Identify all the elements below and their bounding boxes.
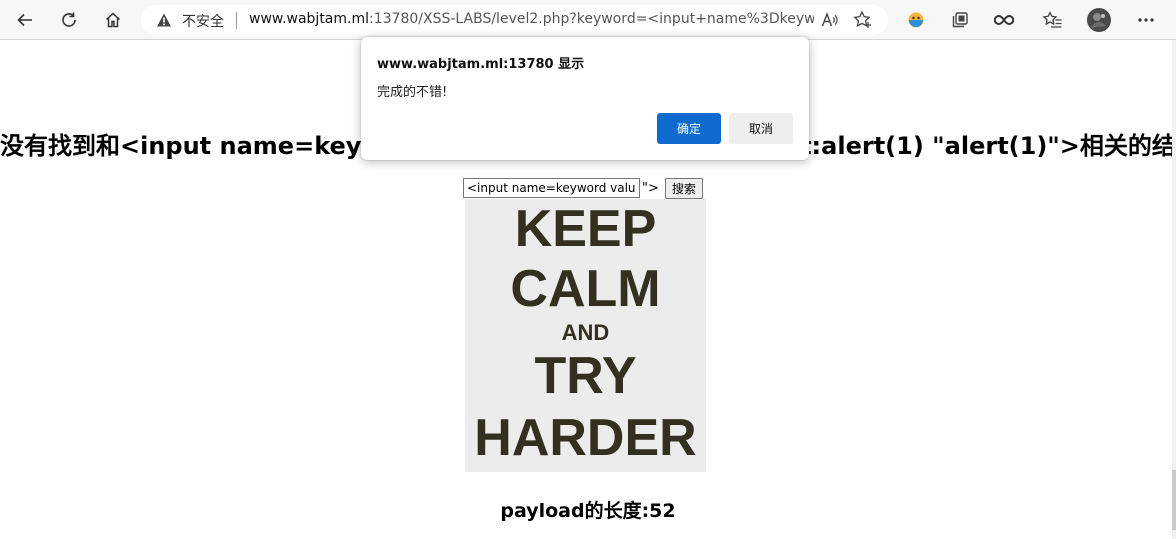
read-aloud-icon[interactable]: [821, 11, 839, 33]
search-button[interactable]: 搜索: [664, 177, 703, 199]
browser-toolbar: 不安全 www.wabjtam.ml:13780/XSS-LABS/level2…: [0, 0, 1176, 40]
injected-text: ">: [642, 180, 659, 196]
scrollbar[interactable]: [1172, 40, 1176, 539]
dialog-origin: www.wabjtam.ml:13780 显示: [377, 57, 585, 72]
alert-dialog: www.wabjtam.ml:13780 显示 完成的不错! 确定 取消: [361, 37, 809, 160]
favorites-icon[interactable]: [1038, 5, 1068, 35]
more-icon[interactable]: [1131, 5, 1161, 35]
home-icon[interactable]: [98, 5, 128, 35]
keep-calm-poster: KEEP CALM AND TRY HARDER: [465, 199, 706, 472]
insecure-label[interactable]: 不安全: [182, 11, 224, 31]
search-form: "> 搜索: [463, 177, 703, 199]
infinity-icon[interactable]: [989, 5, 1019, 35]
url-path: :13780/XSS-LABS/level2.php?keyword=<inpu…: [369, 11, 814, 27]
poster-line: TRY: [534, 347, 637, 405]
scrollbar-thumb[interactable]: [1172, 470, 1176, 530]
address-bar[interactable]: 不安全 www.wabjtam.ml:13780/XSS-LABS/level2…: [141, 5, 888, 35]
poster-line: AND: [561, 320, 610, 345]
address-separator: [236, 12, 237, 29]
back-icon[interactable]: [10, 5, 40, 35]
poster-line: HARDER: [474, 409, 697, 467]
extension-icon[interactable]: [901, 5, 931, 35]
ok-button[interactable]: 确定: [657, 113, 721, 144]
warning-icon[interactable]: [156, 12, 172, 32]
payload-length: payload的长度:52: [500, 500, 676, 522]
url-text[interactable]: www.wabjtam.ml:13780/XSS-LABS/level2.php…: [249, 11, 814, 27]
refresh-icon[interactable]: [54, 5, 84, 35]
poster-line: KEEP: [514, 200, 657, 258]
cancel-button[interactable]: 取消: [729, 113, 793, 144]
url-host: www.wabjtam.ml: [249, 11, 370, 27]
dialog-message: 完成的不错!: [377, 85, 448, 100]
add-favorite-icon[interactable]: [853, 10, 873, 34]
keyword-input[interactable]: [463, 178, 640, 198]
profile-avatar[interactable]: [1084, 5, 1114, 35]
poster-line: CALM: [510, 260, 661, 318]
collections-icon[interactable]: [945, 5, 975, 35]
